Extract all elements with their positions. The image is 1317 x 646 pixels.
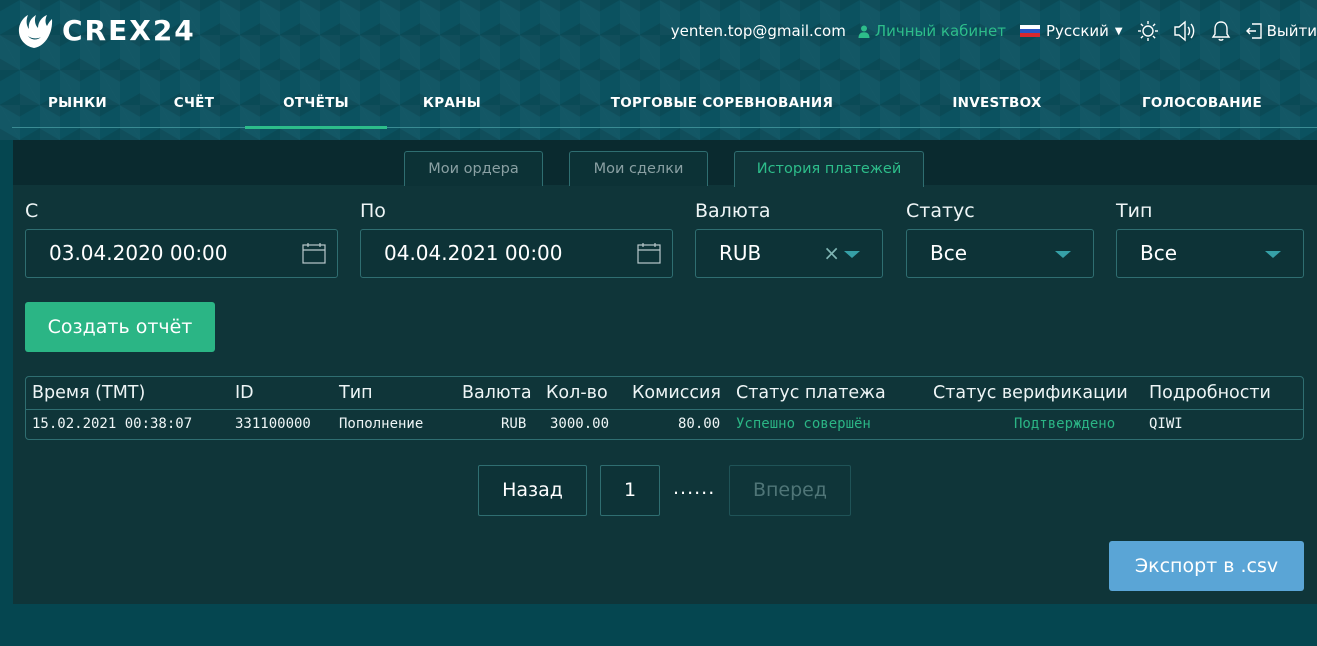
sound-toggle-button[interactable] (1173, 20, 1197, 42)
dropdown-arrow-icon (844, 251, 860, 258)
nav-item-markets[interactable]: РЫНКИ (12, 80, 143, 128)
status-select[interactable]: Все (906, 229, 1094, 278)
reports-panel: Мои ордера Мои сделки История платежей С… (13, 140, 1317, 604)
column-header-id[interactable]: ID (235, 383, 254, 403)
calendar-icon[interactable] (302, 242, 326, 264)
logo-text: CREX24 (62, 13, 196, 47)
from-date-input[interactable]: 03.04.2020 00:00 (25, 229, 338, 278)
tab-my-orders[interactable]: Мои ордера (404, 151, 543, 186)
site-header: CREX24 yenten.top@gmail.com Личный кабин… (0, 0, 1317, 140)
language-label: Русский (1045, 22, 1109, 40)
nav-item-account[interactable]: СЧЁТ (143, 80, 245, 128)
column-header-type[interactable]: Тип (339, 383, 373, 403)
pagination-ellipsis: ...... (673, 477, 716, 499)
next-page-button[interactable]: Вперед (729, 465, 851, 516)
page-1-button[interactable]: 1 (600, 465, 660, 516)
to-date-input[interactable]: 04.04.2021 00:00 (360, 229, 673, 278)
nav-item-trading-competitions[interactable]: ТОРГОВЫЕ СОРЕВНОВАНИЯ (552, 80, 892, 128)
column-header-amount[interactable]: Кол-во (546, 383, 608, 403)
cell-details: QIWI (1149, 416, 1183, 432)
tab-payment-history[interactable]: История платежей (734, 151, 924, 187)
to-date-value: 04.04.2021 00:00 (384, 241, 563, 265)
column-header-fee[interactable]: Комиссия (632, 383, 721, 403)
logo[interactable]: CREX24 (14, 10, 196, 50)
theme-toggle-button[interactable] (1137, 20, 1159, 42)
personal-cabinet-link[interactable]: Личный кабинет (858, 22, 1006, 40)
nav-item-faucets[interactable]: КРАНЫ (387, 80, 517, 128)
table-header: Время (ТМТ) ID Тип Валюта Кол-во Комисси… (26, 377, 1303, 410)
cell-currency: RUB (501, 416, 527, 432)
status-label: Статус (906, 200, 975, 222)
cell-type: Пополнение (339, 416, 424, 432)
prev-page-button[interactable]: Назад (478, 465, 587, 516)
personal-cabinet-label: Личный кабинет (874, 22, 1006, 40)
phoenix-logo-icon (18, 15, 53, 48)
chevron-down-icon: ▼ (1114, 25, 1123, 37)
column-header-verification-status[interactable]: Статус верификации (933, 383, 1128, 403)
cell-id: 331100000 (235, 416, 311, 432)
user-icon (858, 25, 870, 38)
currency-select[interactable]: RUB × (695, 229, 883, 278)
nav-item-investbox[interactable]: INVESTBOX (922, 80, 1072, 128)
clear-icon[interactable]: × (823, 230, 840, 277)
nav-item-reports[interactable]: ОТЧЁТЫ (245, 80, 387, 129)
notifications-button[interactable] (1211, 20, 1231, 42)
cell-amount: 3000.00 (550, 416, 610, 432)
status-value: Все (930, 241, 968, 265)
payments-table: Время (ТМТ) ID Тип Валюта Кол-во Комисси… (25, 376, 1304, 440)
logout-icon (1245, 23, 1262, 39)
main-nav: РЫНКИ СЧЁТ ОТЧЁТЫ КРАНЫ ТОРГОВЫЕ СОРЕВНО… (12, 80, 1317, 129)
speaker-icon (1173, 20, 1194, 42)
column-header-currency[interactable]: Валюта (462, 383, 532, 403)
type-value: Все (1140, 241, 1178, 265)
to-date-label: По (360, 200, 386, 222)
from-date-value: 03.04.2020 00:00 (49, 241, 228, 265)
create-report-button[interactable]: Создать отчёт (25, 302, 215, 352)
cell-verification-status: Подтверждено (1014, 416, 1116, 432)
calendar-icon[interactable] (637, 242, 661, 264)
column-header-details[interactable]: Подробности (1149, 383, 1271, 403)
sun-icon (1137, 21, 1158, 41)
cell-time: 15.02.2021 00:38:07 (32, 416, 193, 432)
export-csv-button[interactable]: Экспорт в .csv (1109, 541, 1304, 591)
user-email: yenten.top@gmail.com (670, 22, 846, 40)
type-label: Тип (1116, 200, 1153, 222)
language-selector[interactable]: Русский ▼ (1019, 22, 1123, 40)
column-header-time[interactable]: Время (ТМТ) (32, 383, 145, 403)
top-bar: yenten.top@gmail.com Личный кабинет Русс… (671, 18, 1317, 44)
dropdown-arrow-icon (1265, 251, 1281, 258)
currency-value: RUB (719, 241, 762, 265)
russia-flag-icon (1019, 24, 1040, 38)
logout-link[interactable]: Выйти (1245, 22, 1317, 40)
currency-label: Валюта (695, 200, 771, 222)
nav-item-voting[interactable]: ГОЛОСОВАНИЕ (1122, 80, 1282, 128)
column-header-payment-status[interactable]: Статус платежа (736, 383, 886, 403)
logout-label: Выйти (1266, 22, 1317, 40)
cell-payment-status: Успешно совершён (736, 416, 871, 432)
dropdown-arrow-icon (1055, 251, 1071, 258)
from-date-label: С (25, 200, 39, 222)
type-select[interactable]: Все (1116, 229, 1304, 278)
tab-my-trades[interactable]: Мои сделки (569, 151, 708, 186)
bell-icon (1211, 21, 1230, 41)
cell-fee: 80.00 (678, 416, 721, 432)
tabs-bar: Мои ордера Мои сделки История платежей (13, 140, 1317, 187)
